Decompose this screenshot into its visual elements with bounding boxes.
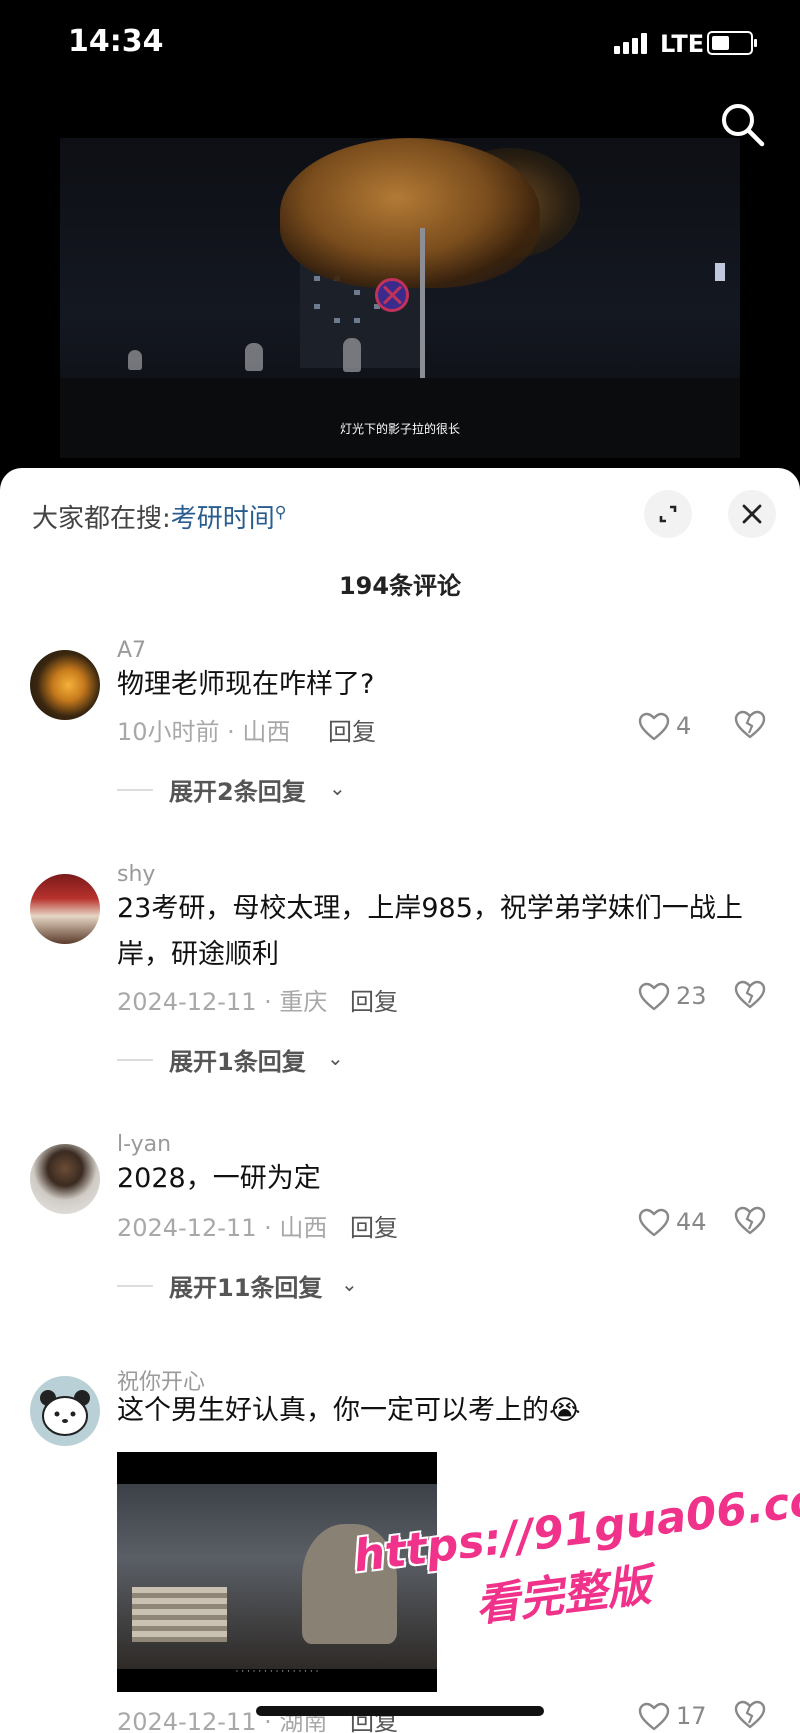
expand-replies-label: 展开1条回复 bbox=[169, 1048, 306, 1076]
avatar[interactable] bbox=[30, 650, 100, 720]
like-button[interactable]: 17 bbox=[638, 1700, 738, 1733]
divider bbox=[117, 1059, 153, 1061]
comment-text: 物理老师现在咋样了? bbox=[117, 669, 375, 700]
broken-heart-icon bbox=[734, 1206, 766, 1235]
heart-icon bbox=[638, 1702, 670, 1731]
reply-button[interactable]: 回复 bbox=[350, 982, 398, 1017]
username[interactable]: A7 bbox=[117, 638, 146, 663]
tree-foliage bbox=[280, 138, 540, 288]
like-count: 23 bbox=[676, 982, 707, 1010]
broken-heart-icon bbox=[734, 710, 766, 739]
person bbox=[245, 343, 263, 371]
attached-caption: · · · · · · · · · · · · · · · bbox=[235, 1667, 319, 1677]
comment-count: 194条评论 bbox=[338, 572, 462, 600]
search-small-icon: ⚲ bbox=[274, 502, 287, 522]
comment-text: 23考研，母校太理，上岸985，祝学弟学妹们一战上岸，研途顺利 bbox=[117, 893, 743, 970]
close-button[interactable] bbox=[728, 490, 776, 538]
expand-button[interactable] bbox=[644, 490, 692, 538]
comment-meta: 2024-12-11 · 山西 bbox=[117, 1214, 328, 1242]
ground bbox=[60, 378, 740, 458]
broken-heart-icon bbox=[734, 1700, 766, 1729]
network-label: LTE bbox=[660, 30, 705, 58]
divider bbox=[117, 1285, 153, 1287]
like-button[interactable]: 23 bbox=[638, 980, 738, 1016]
books bbox=[132, 1587, 227, 1642]
trending-label: 大家都在搜: bbox=[32, 504, 171, 534]
trending-keyword[interactable]: 考研时间 bbox=[171, 504, 275, 534]
close-icon bbox=[742, 504, 762, 524]
chevron-down-icon: ⌄ bbox=[329, 776, 346, 800]
username[interactable]: shy bbox=[117, 862, 155, 887]
person bbox=[128, 350, 142, 370]
like-button[interactable]: 44 bbox=[638, 1206, 738, 1242]
like-count: 44 bbox=[676, 1208, 707, 1236]
expand-replies-label: 展开2条回复 bbox=[169, 778, 306, 806]
avatar[interactable] bbox=[30, 1376, 100, 1446]
video-subtitle: 灯光下的影子拉的很长 bbox=[339, 422, 460, 436]
person bbox=[343, 338, 361, 372]
panda-avatar-icon bbox=[40, 1390, 90, 1436]
dislike-button[interactable] bbox=[734, 1206, 768, 1240]
username[interactable]: l-yan bbox=[117, 1132, 171, 1157]
like-count: 17 bbox=[676, 1702, 707, 1730]
dislike-button[interactable] bbox=[734, 710, 768, 744]
broken-heart-icon bbox=[734, 980, 766, 1009]
expand-icon bbox=[659, 505, 677, 523]
signal-icon bbox=[614, 32, 654, 54]
reply-button[interactable]: 回复 bbox=[350, 1208, 398, 1243]
chevron-down-icon: ⌄ bbox=[341, 1272, 358, 1296]
status-time: 14:34 bbox=[68, 24, 164, 59]
battery-icon bbox=[707, 31, 757, 55]
heart-icon bbox=[638, 982, 670, 1011]
heart-icon bbox=[638, 1208, 670, 1237]
battery-fill bbox=[712, 36, 729, 50]
no-parking-sign bbox=[375, 278, 409, 312]
home-indicator[interactable] bbox=[256, 1706, 544, 1716]
dislike-button[interactable] bbox=[734, 980, 768, 1014]
trending-search: 大家都在搜:考研时间⚲ bbox=[32, 498, 287, 535]
avatar[interactable] bbox=[30, 874, 100, 944]
reply-button[interactable]: 回复 bbox=[328, 712, 376, 747]
comment-meta: 10小时前 · 山西 bbox=[117, 718, 291, 746]
divider bbox=[117, 789, 153, 791]
comment-text: 这个男生好认真，你一定可以考上的😭 bbox=[117, 1395, 581, 1426]
dislike-button[interactable] bbox=[734, 1700, 768, 1733]
like-button[interactable]: 4 bbox=[638, 710, 738, 746]
avatar[interactable] bbox=[30, 1144, 100, 1214]
comment-meta: 2024-12-11 · 重庆 bbox=[117, 988, 328, 1016]
status-bar: 14:34 LTE bbox=[0, 0, 800, 90]
like-count: 4 bbox=[676, 712, 692, 740]
expand-replies-label: 展开11条回复 bbox=[169, 1274, 323, 1302]
comment-text: 2028，一研为定 bbox=[117, 1163, 321, 1194]
chevron-down-icon: ⌄ bbox=[327, 1046, 344, 1070]
lamp-light bbox=[715, 263, 725, 281]
heart-icon bbox=[638, 712, 670, 741]
video-frame[interactable]: 灯光下的影子拉的很长 bbox=[60, 138, 740, 458]
